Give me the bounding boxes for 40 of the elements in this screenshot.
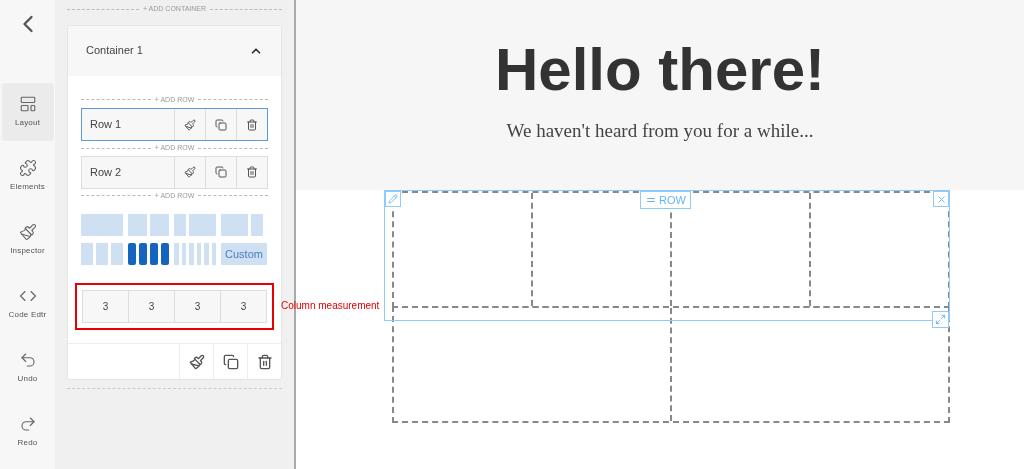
resize-icon bbox=[935, 314, 946, 325]
brush-icon bbox=[184, 166, 196, 178]
copy-icon bbox=[222, 353, 239, 370]
close-button[interactable] bbox=[933, 191, 949, 207]
brush-icon bbox=[184, 118, 196, 131]
hero-subtitle: We haven't heard from you for a while... bbox=[506, 119, 814, 143]
undo-icon bbox=[18, 351, 37, 369]
puzzle-icon bbox=[18, 159, 37, 177]
annotation-label: Column measurement bbox=[281, 299, 380, 313]
rail-item[interactable]: Layout bbox=[1, 83, 54, 141]
copy-icon bbox=[215, 166, 227, 178]
column-width-cell[interactable]: 3 bbox=[128, 291, 174, 322]
delete-icon bbox=[256, 353, 273, 370]
rail-item[interactable]: Elements bbox=[1, 147, 54, 205]
row-item[interactable]: Row 1 bbox=[81, 108, 268, 141]
brush-icon bbox=[188, 353, 205, 370]
column-width-cell[interactable]: 3 bbox=[83, 291, 128, 322]
rail-item[interactable]: Redo bbox=[1, 403, 54, 461]
copy-icon bbox=[215, 118, 227, 131]
rail-item[interactable]: Undo bbox=[1, 339, 54, 397]
close-icon bbox=[935, 193, 947, 205]
redo-icon bbox=[18, 415, 37, 433]
delete-icon bbox=[246, 118, 258, 131]
row-name: Row 1 bbox=[89, 117, 123, 133]
hero-title: Hello there! bbox=[494, 40, 826, 100]
row-item[interactable]: Row 2 bbox=[81, 155, 268, 189]
rail-item[interactable]: Inspector bbox=[1, 211, 54, 269]
container-title: Container 1 bbox=[86, 43, 143, 59]
column-width-cell[interactable]: 3 bbox=[220, 291, 266, 322]
edit-button[interactable] bbox=[385, 191, 401, 207]
brush-icon bbox=[18, 223, 37, 241]
resize-button[interactable] bbox=[932, 311, 949, 328]
rail-item[interactable]: Code Edtr bbox=[1, 275, 54, 333]
pencil-icon bbox=[388, 194, 398, 204]
layout-icon bbox=[18, 95, 37, 113]
container-header[interactable]: Container 1 bbox=[68, 25, 281, 76]
column-layout-preset[interactable] bbox=[128, 243, 169, 265]
column-width-cell[interactable]: 3 bbox=[174, 291, 220, 322]
row-name: Row 2 bbox=[89, 164, 123, 180]
delete-icon bbox=[246, 166, 258, 178]
